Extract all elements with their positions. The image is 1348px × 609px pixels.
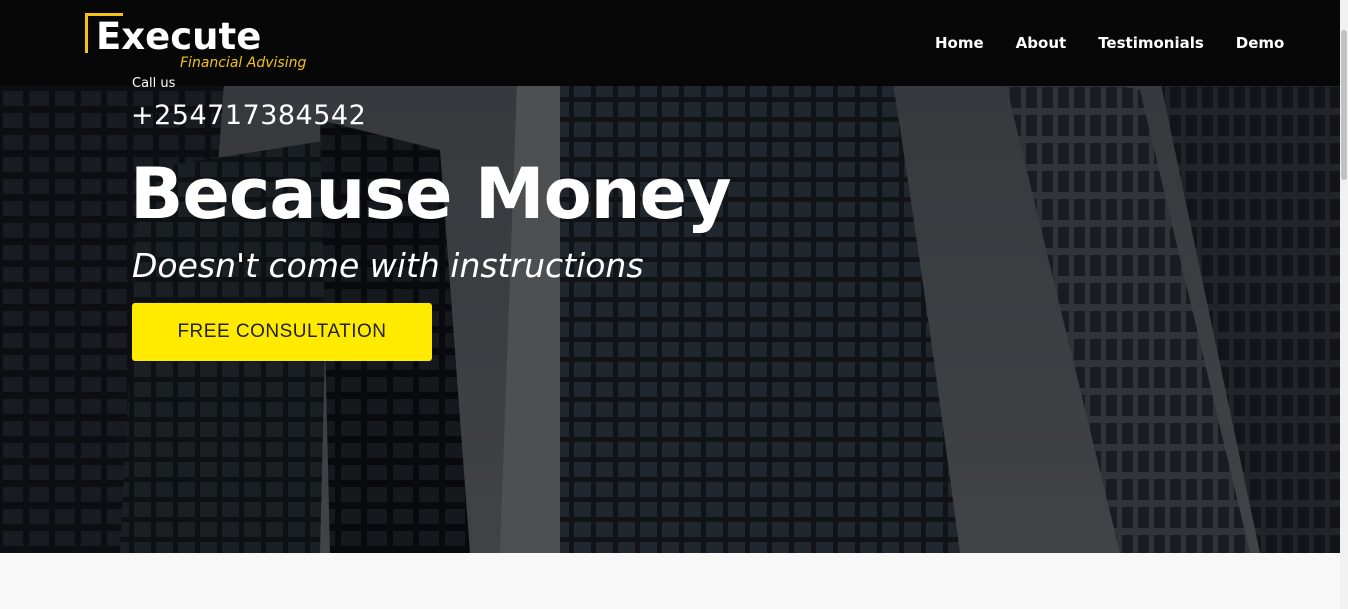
scrollbar-thumb[interactable] [1341,30,1347,180]
nav-link-home[interactable]: Home [935,33,984,53]
phone-number[interactable]: +254717384542 [131,98,366,134]
hero-headline: Because Money [130,153,732,235]
nav-menu: Home About Testimonials Demo [935,33,1284,53]
logo-tagline: Financial Advising [180,55,307,71]
nav-link-testimonials[interactable]: Testimonials [1098,33,1204,53]
call-us-label: Call us [132,76,176,91]
free-consultation-button[interactable]: FREE CONSULTATION [132,303,432,361]
nav-link-demo[interactable]: Demo [1236,33,1285,53]
hero-subheadline: Doesn't come with instructions [132,246,644,285]
navbar: Execute Financial Advising Home About Te… [0,0,1340,86]
page-scrollbar[interactable] [1340,0,1348,609]
nav-link-about[interactable]: About [1016,33,1067,53]
